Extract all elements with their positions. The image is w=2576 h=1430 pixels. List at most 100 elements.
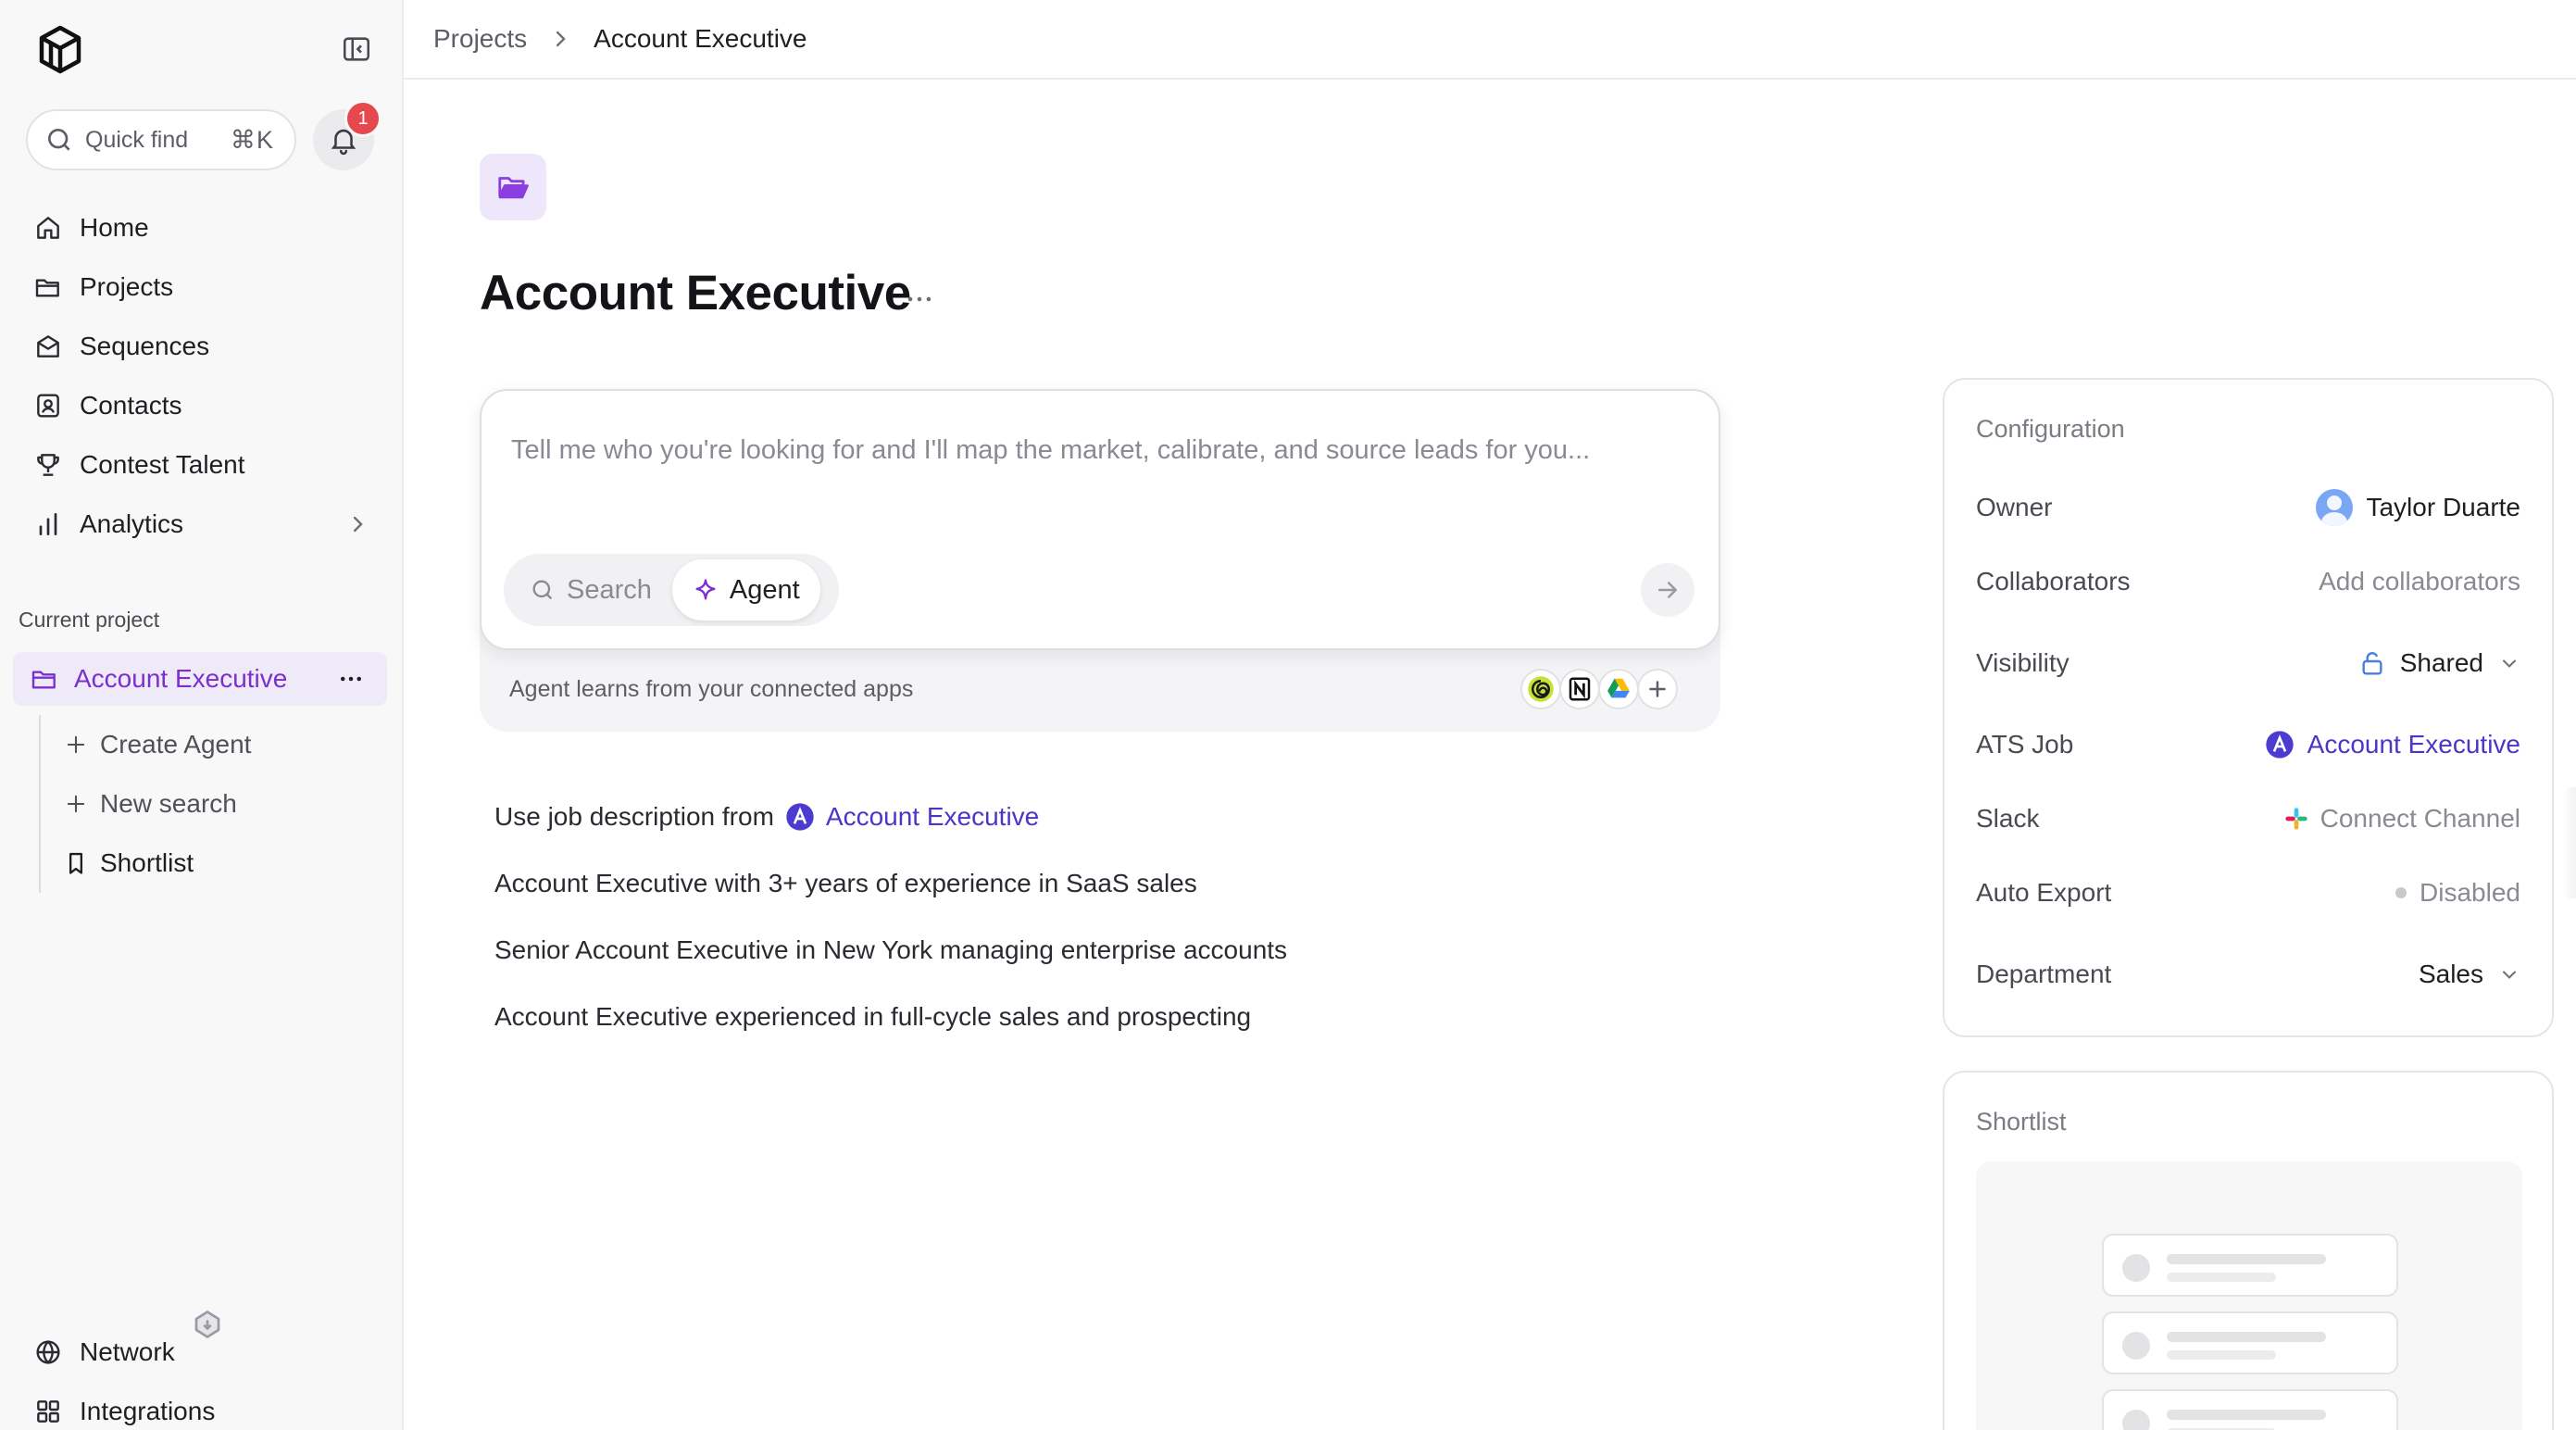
visibility-select[interactable]: Shared bbox=[2357, 648, 2520, 678]
app-logo-icon[interactable] bbox=[37, 24, 83, 76]
shortlist-empty-state bbox=[1976, 1161, 2522, 1430]
sidebar: Quick find ⌘K 1 Home Projects Sequences … bbox=[0, 0, 404, 1430]
suggestion-prefix: Use job description from bbox=[494, 802, 774, 831]
sparkle-icon bbox=[693, 577, 730, 603]
status-dot-icon bbox=[2395, 887, 2407, 898]
ats-logo-icon bbox=[2265, 730, 2295, 759]
more-options-icon[interactable] bbox=[904, 283, 935, 315]
mode-search-label: Search bbox=[567, 574, 652, 605]
connected-apps bbox=[1520, 669, 1678, 713]
ats-logo-icon bbox=[785, 802, 815, 832]
quick-find-search[interactable]: Quick find ⌘K bbox=[26, 109, 296, 170]
prompt-suggestions: Use job description from Account Executi… bbox=[494, 784, 1287, 1050]
placeholder-card bbox=[2102, 1389, 2398, 1430]
suggestion-item[interactable]: Account Executive with 3+ years of exper… bbox=[494, 850, 1287, 917]
send-button[interactable] bbox=[1641, 563, 1694, 617]
suggestion-job-description[interactable]: Use job description from Account Executi… bbox=[494, 784, 1287, 850]
mode-agent-button[interactable]: Agent bbox=[671, 559, 820, 621]
search-icon bbox=[44, 125, 74, 155]
shortlist-title: Shortlist bbox=[1976, 1108, 2067, 1135]
greenhouse-app-icon[interactable] bbox=[1520, 669, 1561, 709]
current-project-heading: Current project bbox=[19, 608, 160, 632]
connected-apps-note: Agent learns from your connected apps bbox=[509, 676, 914, 702]
bottom-nav: Network Integrations bbox=[0, 1323, 404, 1430]
suggestion-job-link[interactable]: Account Executive bbox=[826, 802, 1039, 832]
google-drive-app-icon[interactable] bbox=[1598, 669, 1639, 709]
nav-item-home[interactable]: Home bbox=[0, 198, 404, 257]
plus-icon bbox=[63, 732, 89, 758]
grid-icon bbox=[33, 1397, 63, 1426]
breadcrumb-projects-link[interactable]: Projects bbox=[433, 24, 527, 54]
slack-value: Connect Channel bbox=[2320, 804, 2520, 833]
auto-export-status[interactable]: Disabled bbox=[2395, 878, 2520, 908]
config-row-owner: Owner Taylor Duarte bbox=[1976, 482, 2520, 533]
page-title: Account Executive bbox=[480, 266, 911, 320]
nav-item-sequences[interactable]: Sequences bbox=[0, 317, 404, 376]
bookmark-icon bbox=[63, 850, 89, 876]
subnav-label: Create Agent bbox=[100, 730, 252, 759]
collaborators-label: Collaborators bbox=[1976, 567, 2131, 596]
contact-card-icon bbox=[33, 391, 63, 420]
ats-job-value: Account Executive bbox=[2307, 730, 2520, 759]
nav-item-contacts[interactable]: Contacts bbox=[0, 376, 404, 435]
avatar bbox=[2316, 489, 2354, 526]
auto-export-value: Disabled bbox=[2420, 878, 2520, 907]
chevron-right-icon[interactable] bbox=[344, 511, 370, 537]
subnav-item-new-search[interactable]: New search bbox=[39, 774, 391, 834]
placeholder-card bbox=[2102, 1234, 2398, 1297]
subnav-label: Shortlist bbox=[100, 848, 194, 877]
nav-item-projects[interactable]: Projects bbox=[0, 257, 404, 317]
add-collaborators-button[interactable]: Add collaborators bbox=[2319, 567, 2520, 596]
subnav-item-create-agent[interactable]: Create Agent bbox=[39, 715, 391, 774]
notification-count-badge: 1 bbox=[344, 100, 381, 137]
configuration-title: Configuration bbox=[1976, 415, 2125, 443]
home-icon bbox=[33, 213, 63, 243]
breadcrumb: Projects Account Executive bbox=[404, 0, 2576, 80]
department-label: Department bbox=[1976, 960, 2112, 988]
config-row-collaborators: Collaborators Add collaborators bbox=[1976, 556, 2520, 608]
agent-prompt-input[interactable]: Tell me who you're looking for and I'll … bbox=[480, 389, 1720, 650]
nav-label: Integrations bbox=[80, 1397, 216, 1425]
nav-label: Analytics bbox=[80, 509, 184, 538]
connect-slack-button[interactable]: Connect Channel bbox=[2283, 804, 2520, 834]
prompt-placeholder: Tell me who you're looking for and I'll … bbox=[511, 435, 1591, 465]
nav-label: Sequences bbox=[80, 332, 210, 360]
plus-icon bbox=[63, 791, 89, 817]
config-row-slack: Slack Connect Channel bbox=[1976, 793, 2520, 845]
more-options-icon[interactable] bbox=[337, 665, 365, 693]
notion-app-icon[interactable] bbox=[1559, 669, 1600, 709]
config-row-ats-job: ATS Job Account Executive bbox=[1976, 719, 2520, 771]
trophy-icon bbox=[33, 450, 63, 480]
nav-label: Home bbox=[80, 213, 149, 242]
subnav-item-shortlist[interactable]: Shortlist bbox=[39, 834, 391, 893]
mode-search-button[interactable]: Search bbox=[509, 559, 672, 621]
nav-label: Contest Talent bbox=[80, 450, 245, 479]
add-app-button[interactable] bbox=[1637, 669, 1678, 709]
collapse-sidebar-icon[interactable] bbox=[341, 33, 372, 65]
current-project-item[interactable]: Account Executive bbox=[13, 652, 387, 706]
suggestion-item[interactable]: Senior Account Executive in New York man… bbox=[494, 917, 1287, 984]
lock-icon bbox=[2357, 648, 2387, 678]
subnav-guide-line bbox=[39, 715, 41, 893]
project-subnav: Create Agent New search Shortlist bbox=[39, 715, 391, 893]
nav-label: Network bbox=[80, 1337, 175, 1366]
nav-item-integrations[interactable]: Integrations bbox=[0, 1382, 404, 1430]
edge-shadow bbox=[2563, 787, 2576, 898]
ats-job-link[interactable]: Account Executive bbox=[2265, 730, 2520, 759]
main-nav: Home Projects Sequences Contacts Contest… bbox=[0, 198, 404, 554]
quick-find-shortcut: ⌘K bbox=[230, 125, 274, 154]
owner-label: Owner bbox=[1976, 493, 2053, 521]
owner-value[interactable]: Taylor Duarte bbox=[2316, 489, 2520, 526]
nav-item-analytics[interactable]: Analytics bbox=[0, 495, 404, 554]
nav-item-contest-talent[interactable]: Contest Talent bbox=[0, 435, 404, 495]
ats-job-label: ATS Job bbox=[1976, 730, 2074, 759]
nav-item-network[interactable]: Network bbox=[0, 1323, 404, 1382]
slack-label: Slack bbox=[1976, 804, 2040, 833]
configuration-panel: Configuration Owner Taylor Duarte Collab… bbox=[1943, 378, 2554, 1037]
plus-icon bbox=[1644, 675, 1671, 703]
suggestion-item[interactable]: Account Executive experienced in full-cy… bbox=[494, 984, 1287, 1050]
arrow-right-icon bbox=[1654, 576, 1682, 604]
department-select[interactable]: Sales bbox=[2419, 960, 2520, 989]
config-row-visibility: Visibility Shared bbox=[1976, 637, 2520, 689]
nav-label: Contacts bbox=[80, 391, 182, 420]
